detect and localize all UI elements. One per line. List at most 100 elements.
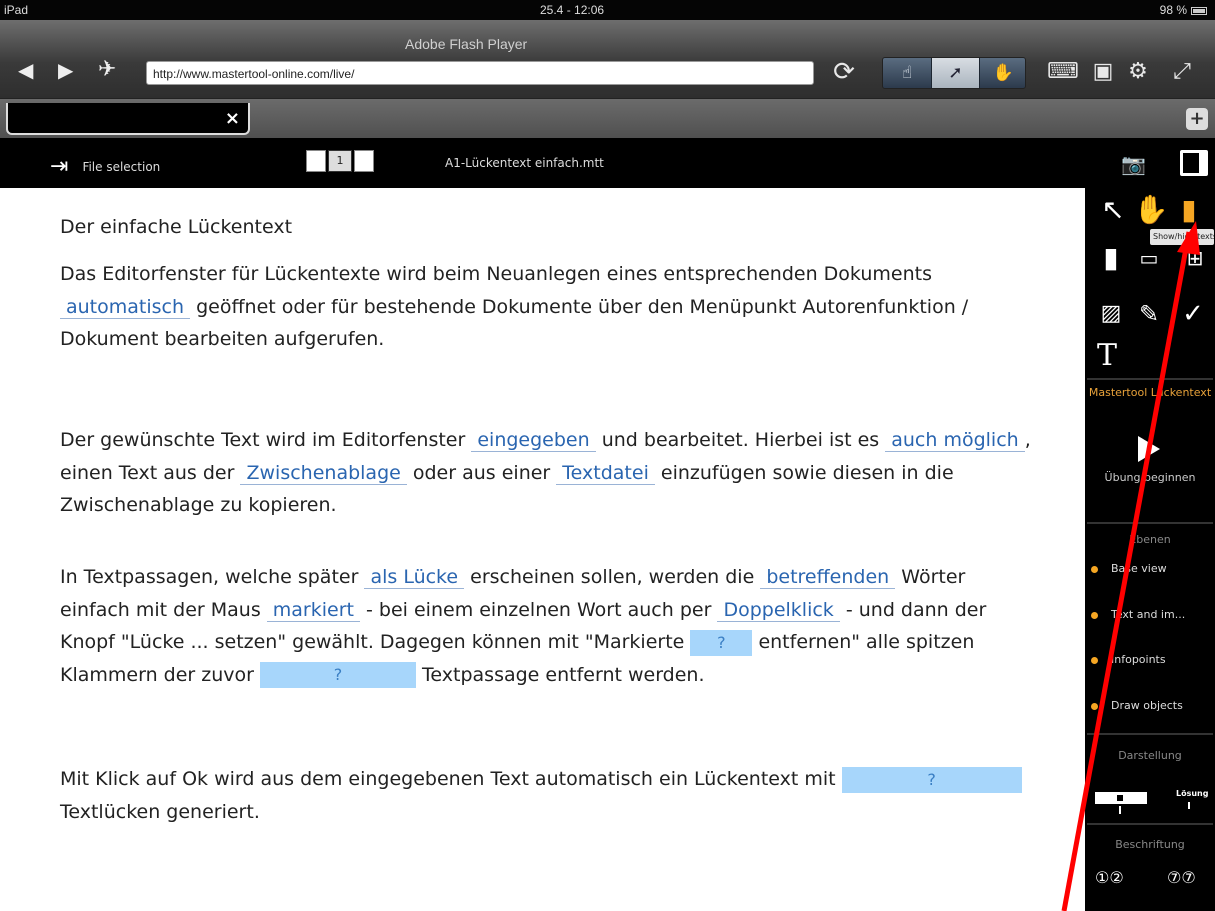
show-hide-text-icon[interactable]: ▮: [1171, 192, 1207, 228]
file-exit-icon: ⇥: [50, 154, 69, 179]
gap-word[interactable]: Zwischenablage: [240, 461, 407, 485]
divider: [1087, 378, 1213, 380]
battery-text: 98 %: [1159, 3, 1187, 17]
divider: [1087, 733, 1213, 735]
gap-word[interactable]: Doppelklick: [717, 598, 840, 622]
mastertool-label: Mastertool Lückentext: [1088, 386, 1212, 399]
player-title: Adobe Flash Player: [405, 36, 528, 52]
text-segment: Mit Klick auf Ok wird aus dem eingegeben…: [60, 768, 836, 790]
paragraph-2: Der gewünschte Text wird im Editorfenste…: [60, 424, 1040, 522]
add-tab-button[interactable]: +: [1186, 108, 1208, 130]
gear-icon[interactable]: ⚙: [1124, 58, 1152, 86]
slider-knob[interactable]: [1117, 795, 1123, 801]
display-title: Darstellung: [1118, 749, 1182, 762]
gap-word[interactable]: automatisch: [60, 295, 191, 319]
solution-tick: [1188, 802, 1190, 809]
pencil-icon[interactable]: ✎: [1131, 296, 1167, 332]
status-time: 25.4 - 12:06: [540, 3, 605, 17]
text-segment: erscheinen sollen, werden die: [470, 566, 755, 588]
layer-dot-icon: [1091, 656, 1098, 664]
page-selector[interactable]: 1: [306, 150, 374, 174]
file-selection-button[interactable]: ⇥ File selection: [50, 154, 160, 179]
tool-sidebar: ↖ ✋ ▮ Show/hide texts ▮ ▭ ⊞ ▨ ✎ ✓ T Mast…: [1085, 188, 1215, 911]
rectangle-icon[interactable]: ▭: [1131, 240, 1167, 276]
bookmark-pin-icon[interactable]: ✈: [98, 59, 116, 81]
layer-dot-icon: [1091, 565, 1098, 573]
empty-gap-box[interactable]: ?: [260, 662, 416, 688]
settings-panel-icon[interactable]: ▣: [1089, 58, 1117, 86]
layer-item[interactable]: Base view: [1091, 562, 1167, 575]
divider: [1087, 823, 1213, 825]
browser-toolbar: Adobe Flash Player ◀ ▶ ✈ http://www.mast…: [0, 20, 1215, 98]
battery-icon: [1191, 6, 1207, 15]
paragraph-4: Mit Klick auf Ok wird aus dem eingegeben…: [60, 763, 1040, 828]
hand-icon[interactable]: ✋: [1133, 192, 1169, 228]
page-number: 1: [328, 150, 352, 172]
layer-item[interactable]: Draw objects: [1091, 699, 1183, 712]
paragraph-1: Das Editorfenster für Lückentexte wird b…: [60, 258, 1040, 356]
gap-word[interactable]: markiert: [266, 598, 360, 622]
empty-gap-box[interactable]: ?: [841, 766, 1022, 793]
table-icon[interactable]: ⊞: [1177, 240, 1213, 276]
keyboard-icon[interactable]: ⌨: [1047, 58, 1079, 86]
layer-item[interactable]: Infopoints: [1091, 653, 1166, 666]
paragraph-3: In Textpassagen, welche später als Lücke…: [60, 561, 1040, 691]
layer-label: Base view: [1111, 562, 1167, 575]
gap-word[interactable]: Textdatei: [556, 461, 655, 485]
solution-label: Lösung: [1176, 789, 1209, 798]
text-segment: oder aus einer: [412, 461, 551, 484]
gap-word[interactable]: betreffenden: [760, 566, 896, 589]
page-thumb-icon: [306, 150, 326, 172]
arrow-pointer-icon[interactable]: ↖: [1095, 192, 1131, 228]
start-exercise-button[interactable]: Übung beginnen: [1085, 471, 1215, 485]
browser-tab[interactable]: ×: [6, 103, 250, 135]
layer-label: Draw objects: [1111, 699, 1183, 712]
tab-strip: × +: [0, 98, 1215, 138]
document-title: Der einfache Lückentext: [60, 216, 293, 238]
text-segment: geöffnet oder für bestehende Dokumente ü…: [60, 295, 969, 351]
page-thumb-icon: [354, 150, 374, 172]
gap-word[interactable]: als Lücke: [364, 566, 465, 589]
side-panel-toggle-icon[interactable]: [1180, 150, 1208, 176]
pointer-mode-switch: ☝ ➚ ✋: [882, 57, 1026, 89]
divider: [1087, 522, 1213, 524]
layer-item[interactable]: Text and im...: [1091, 608, 1185, 621]
reload-icon[interactable]: ⟳: [830, 58, 858, 86]
file-selection-label: File selection: [82, 159, 161, 174]
layer-dot-icon: [1091, 702, 1098, 710]
text-segment: Textlücken generiert.: [60, 800, 260, 823]
battery-status: 98 %: [1160, 3, 1207, 17]
gap-word[interactable]: eingegeben: [471, 429, 596, 452]
text-tool-icon[interactable]: T: [1089, 338, 1125, 374]
question-labels-icon[interactable]: ⑦⑦: [1167, 868, 1196, 887]
status-bar: iPad 25.4 - 12:06 98 %: [0, 0, 1215, 20]
display-slider[interactable]: [1095, 792, 1147, 814]
app-header: ⇥ File selection 1 A1-Lückentext einfach…: [0, 138, 1215, 188]
text-segment: In Textpassagen, welche später: [60, 566, 359, 588]
fullscreen-icon[interactable]: ⤢: [1168, 58, 1196, 86]
pan-mode-icon[interactable]: ✋: [979, 58, 1027, 88]
gap-word[interactable]: auch möglich: [885, 429, 1025, 452]
file-name: A1-Lückentext einfach.mtt: [445, 156, 604, 170]
image-icon[interactable]: ▨: [1093, 296, 1129, 332]
numbered-labels-icon[interactable]: ①②: [1095, 868, 1124, 887]
close-tab-icon[interactable]: ×: [225, 108, 240, 129]
text-segment: Der gewünschte Text wird im Editorfenste…: [60, 429, 466, 451]
document-content: Der einfache Lückentext Das Editorfenste…: [0, 188, 1085, 911]
camera-icon[interactable]: 📷: [1121, 152, 1146, 176]
cursor-mode-icon[interactable]: ➚: [931, 58, 979, 88]
text-segment: und bearbeitet. Hierbei ist es: [601, 429, 880, 451]
url-field[interactable]: http://www.mastertool-online.com/live/: [146, 61, 814, 85]
checkmark-icon[interactable]: ✓: [1175, 296, 1211, 332]
touch-mode-icon[interactable]: ☝: [883, 58, 931, 88]
clipboard-icon[interactable]: ▮: [1093, 240, 1129, 276]
play-icon[interactable]: [1138, 436, 1160, 462]
text-segment: - bei einem einzelnen Wort auch per: [366, 598, 712, 621]
labeling-title: Beschriftung: [1115, 838, 1185, 851]
layer-label: Infopoints: [1111, 653, 1166, 666]
layer-label: Text and im...: [1111, 608, 1186, 621]
forward-icon[interactable]: ▶: [58, 60, 73, 80]
empty-gap-box[interactable]: ?: [690, 629, 753, 656]
layer-dot-icon: [1091, 611, 1098, 619]
back-icon[interactable]: ◀: [18, 60, 33, 80]
